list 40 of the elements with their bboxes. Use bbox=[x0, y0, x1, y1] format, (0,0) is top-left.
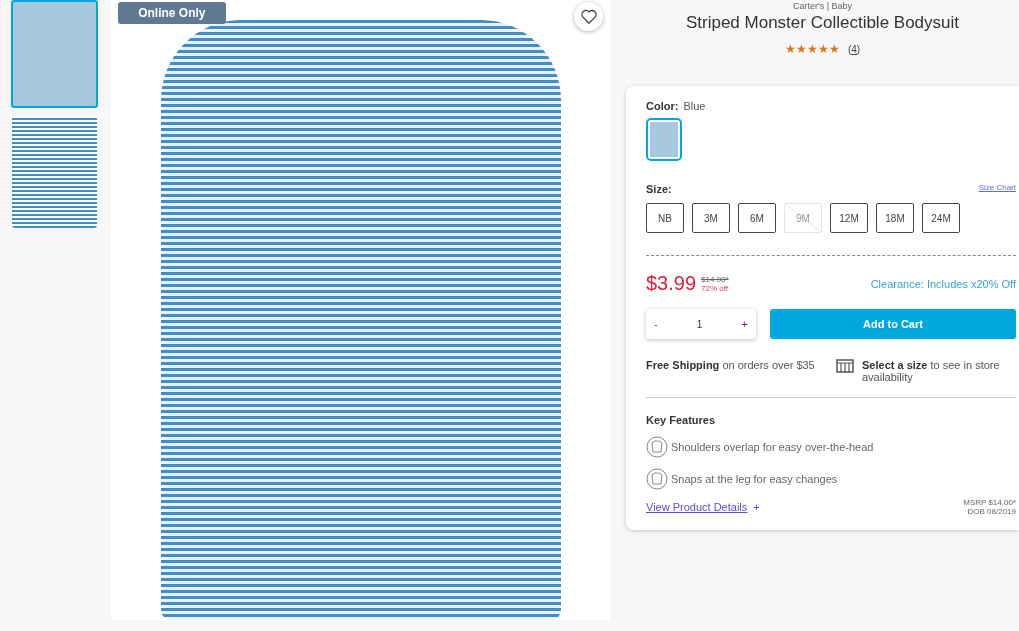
brand-text: Carter's | Baby bbox=[792, 1, 853, 11]
size-option[interactable]: 3M bbox=[692, 203, 730, 233]
decrease-button[interactable]: - bbox=[652, 318, 660, 330]
sale-price: $3.99 bbox=[646, 272, 697, 295]
increase-button[interactable]: + bbox=[739, 318, 750, 330]
feature-text: Shoulders overlap for easy over-the-head bbox=[671, 441, 874, 453]
size-label: Size: bbox=[646, 183, 672, 195]
star-rating: ★★★★★ bbox=[784, 42, 840, 56]
size-option[interactable]: 12M bbox=[830, 203, 868, 233]
color-label: Color: bbox=[646, 100, 679, 112]
view-product-details-link[interactable]: View Product Details bbox=[646, 501, 748, 513]
original-price: $14.00* bbox=[701, 274, 729, 284]
review-count-link[interactable]: (4) bbox=[847, 43, 861, 55]
store-icon bbox=[836, 359, 854, 373]
store-availability-text: Select a size to see in store availability bbox=[862, 359, 1001, 383]
thumbnail-photo-placeholder[interactable] bbox=[12, 116, 97, 228]
product-title: Striped Monster Collectible Bodysuit bbox=[685, 13, 960, 33]
bodysuit-icon bbox=[646, 436, 668, 458]
color-swatch[interactable] bbox=[646, 118, 682, 161]
favorite-button[interactable] bbox=[574, 2, 603, 31]
discount-text: 72% off bbox=[701, 283, 729, 293]
promo-text: Clearance: Includes x20% Off bbox=[870, 277, 1016, 290]
thumbnail-photo-placeholder[interactable] bbox=[11, 0, 98, 108]
dob-text: DOB 08/2019 bbox=[967, 507, 1016, 516]
heart-icon bbox=[580, 9, 597, 24]
expand-plus[interactable]: + bbox=[753, 501, 760, 513]
size-option[interactable]: NB bbox=[646, 203, 684, 233]
online-only-badge: Online Only bbox=[118, 2, 226, 24]
size-option[interactable]: 6M bbox=[738, 203, 776, 233]
quantity-stepper[interactable]: - 1 + bbox=[646, 309, 756, 339]
feature-text: Snaps at the leg for easy changes bbox=[671, 473, 838, 485]
color-value: Blue bbox=[683, 100, 706, 112]
size-option[interactable]: 18M bbox=[876, 203, 914, 233]
key-features-heading: Key Features bbox=[646, 414, 717, 426]
bodysuit-icon bbox=[646, 468, 668, 490]
quantity-value: 1 bbox=[696, 318, 703, 330]
size-chart-link[interactable]: Size Chart bbox=[978, 183, 1016, 195]
size-option[interactable]: 24M bbox=[922, 203, 960, 233]
shipping-text: Free Shipping on orders over $35 bbox=[646, 359, 816, 373]
msrp-text: MSRP $14.00* bbox=[963, 498, 1016, 507]
